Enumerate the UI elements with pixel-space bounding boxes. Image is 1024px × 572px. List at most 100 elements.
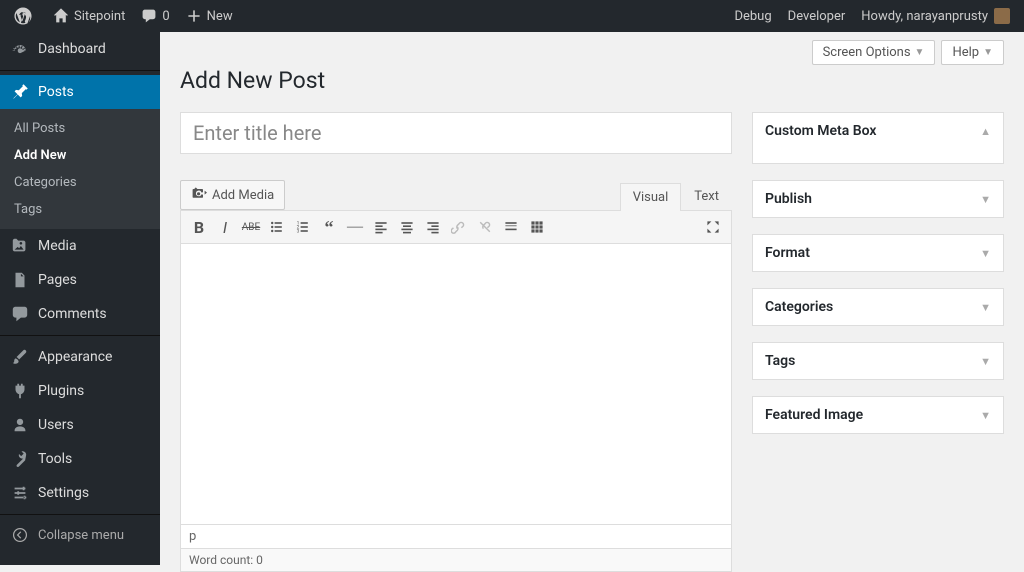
wp-logo[interactable] (6, 0, 45, 32)
italic-button[interactable]: I (213, 215, 237, 239)
wrench-icon (10, 450, 30, 468)
plus-icon (186, 8, 202, 24)
menu-plugins[interactable]: Plugins (0, 374, 160, 408)
svg-text:3: 3 (297, 229, 300, 235)
chevron-down-icon: ▼ (915, 47, 925, 58)
editor-path: p (180, 525, 732, 549)
menu-dashboard[interactable]: Dashboard (0, 32, 160, 66)
submenu-add-new[interactable]: Add New (0, 142, 160, 169)
menu-label: Dashboard (38, 41, 106, 57)
user-icon (10, 416, 30, 434)
chevron-down-icon: ▼ (980, 409, 991, 422)
hr-button[interactable]: — (343, 215, 367, 239)
account-link[interactable]: Howdy, narayanprusty (853, 0, 1018, 32)
link-button[interactable] (447, 215, 471, 239)
menu-label: Appearance (38, 349, 112, 365)
strike-button[interactable]: ABE (239, 215, 263, 239)
page-title: Add New Post (180, 67, 1004, 94)
pin-icon (10, 83, 30, 101)
avatar (994, 8, 1010, 24)
editor-canvas[interactable] (181, 244, 731, 524)
more-button[interactable] (499, 215, 523, 239)
chevron-down-icon: ▼ (980, 247, 991, 260)
brush-icon (10, 348, 30, 366)
site-link[interactable]: Sitepoint (45, 0, 133, 32)
metabox-tags: Tags ▼ (752, 342, 1004, 380)
help-button[interactable]: Help ▼ (941, 40, 1004, 65)
metabox-publish: Publish ▼ (752, 180, 1004, 218)
screen-options-button[interactable]: Screen Options ▼ (812, 40, 936, 65)
menu-label: Users (38, 417, 74, 433)
tab-text[interactable]: Text (681, 182, 732, 210)
align-left-button[interactable] (369, 215, 393, 239)
site-name: Sitepoint (74, 9, 125, 24)
editor-toolbar: B I ABE 123 “ — (181, 211, 731, 244)
submenu-all-posts[interactable]: All Posts (0, 115, 160, 142)
menu-media[interactable]: Media (0, 229, 160, 263)
align-right-button[interactable] (421, 215, 445, 239)
camera-icon (191, 185, 207, 205)
menu-settings[interactable]: Settings (0, 476, 160, 510)
new-label: New (207, 9, 233, 24)
metabox-featured-image: Featured Image ▼ (752, 396, 1004, 434)
submenu-tags[interactable]: Tags (0, 196, 160, 223)
chevron-down-icon: ▼ (980, 301, 991, 314)
admin-toolbar: Sitepoint 0 New Debug Developer Howdy, n… (0, 0, 1024, 32)
comment-icon (10, 305, 30, 323)
bullet-list-button[interactable] (265, 215, 289, 239)
menu-appearance[interactable]: Appearance (0, 340, 160, 374)
metabox-header[interactable]: Publish ▼ (753, 181, 1003, 217)
comments-link[interactable]: 0 (133, 0, 177, 32)
plug-icon (10, 382, 30, 400)
number-list-button[interactable]: 123 (291, 215, 315, 239)
metabox-header[interactable]: Format ▼ (753, 235, 1003, 271)
bold-button[interactable]: B (187, 215, 211, 239)
unlink-button[interactable] (473, 215, 497, 239)
collapse-icon (10, 527, 30, 543)
metabox-header[interactable]: Custom Meta Box ▲ (753, 113, 1003, 149)
dashboard-icon (10, 40, 30, 58)
add-media-button[interactable]: Add Media (180, 180, 285, 210)
submenu-categories[interactable]: Categories (0, 169, 160, 196)
collapse-menu[interactable]: Collapse menu (0, 519, 160, 551)
admin-sidebar: Dashboard Posts All Posts Add New Catego… (0, 32, 160, 565)
tab-visual[interactable]: Visual (620, 183, 682, 211)
menu-label: Settings (38, 485, 89, 501)
menu-label: Comments (38, 306, 107, 322)
chevron-up-icon: ▲ (980, 125, 991, 138)
menu-label: Media (38, 238, 77, 254)
post-title-input[interactable] (180, 112, 732, 154)
align-center-button[interactable] (395, 215, 419, 239)
developer-link[interactable]: Developer (780, 0, 854, 32)
chevron-down-icon: ▼ (980, 355, 991, 368)
chevron-down-icon: ▼ (980, 193, 991, 206)
menu-pages[interactable]: Pages (0, 263, 160, 297)
quote-button[interactable]: “ (317, 215, 341, 239)
debug-link[interactable]: Debug (726, 0, 779, 32)
chevron-down-icon: ▼ (983, 47, 993, 58)
toolbar-toggle-button[interactable] (525, 215, 549, 239)
page-icon (10, 271, 30, 289)
metabox-format: Format ▼ (752, 234, 1004, 272)
menu-tools[interactable]: Tools (0, 442, 160, 476)
content-area: Screen Options ▼ Help ▼ Add New Post Add… (160, 32, 1024, 565)
word-count: Word count: 0 (180, 549, 732, 572)
new-content-link[interactable]: New (178, 0, 241, 32)
comments-count: 0 (162, 9, 169, 24)
metabox-header[interactable]: Categories ▼ (753, 289, 1003, 325)
menu-label: Posts (38, 84, 74, 100)
metabox-header[interactable]: Tags ▼ (753, 343, 1003, 379)
menu-users[interactable]: Users (0, 408, 160, 442)
sliders-icon (10, 484, 30, 502)
menu-label: Tools (38, 451, 72, 467)
comment-icon (141, 8, 157, 24)
menu-comments[interactable]: Comments (0, 297, 160, 331)
editor: B I ABE 123 “ — (180, 210, 732, 525)
collapse-label: Collapse menu (38, 528, 124, 543)
fullscreen-button[interactable] (701, 215, 725, 239)
menu-posts[interactable]: Posts (0, 75, 160, 109)
menu-label: Plugins (38, 383, 84, 399)
wordpress-icon (14, 7, 32, 25)
metabox-header[interactable]: Featured Image ▼ (753, 397, 1003, 433)
submenu-posts: All Posts Add New Categories Tags (0, 109, 160, 229)
